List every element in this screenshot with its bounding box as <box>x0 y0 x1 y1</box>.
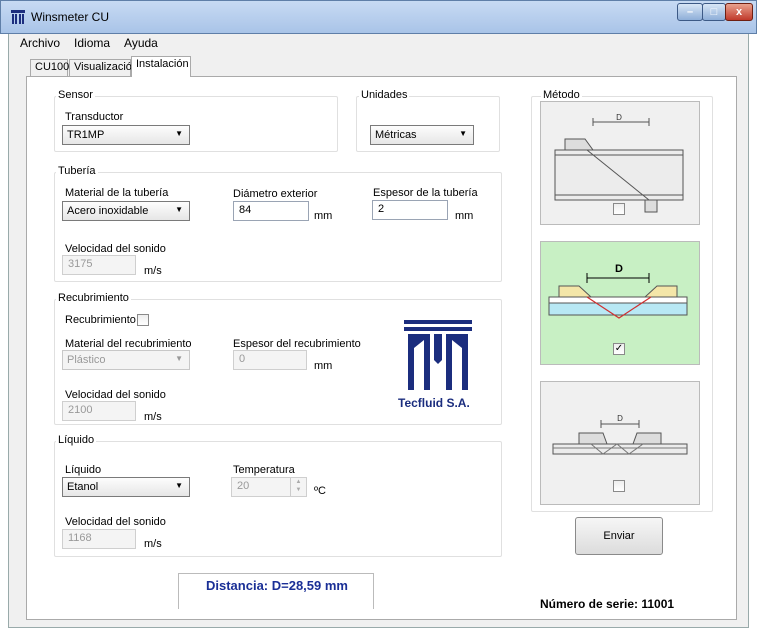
tecfluid-logo <box>404 320 472 390</box>
send-button[interactable]: Enviar <box>575 517 663 555</box>
metodo-z-d-label: D <box>616 113 622 122</box>
metodo-v-d-label: D <box>615 263 623 275</box>
velocidad-tuberia-input: 3175 <box>62 255 136 275</box>
espesor-recubrimiento-input: 0 <box>233 350 307 370</box>
company-name: Tecfluid S.A. <box>398 396 470 410</box>
metodo-v-checkbox[interactable]: ✓ <box>613 343 625 355</box>
espesor-tuberia-input[interactable]: 2 <box>372 200 448 220</box>
close-button[interactable]: x <box>725 3 753 21</box>
chevron-down-icon: ▼ <box>175 129 183 138</box>
material-recubrimiento-select: Plástico ▼ <box>62 350 190 370</box>
maximize-button[interactable]: □ <box>702 3 726 21</box>
window-title: Winsmeter CU <box>31 10 110 24</box>
material-recubrimiento-label: Material del recubrimiento <box>65 338 192 350</box>
menu-bar: Archivo Idioma Ayuda <box>20 36 158 54</box>
serial-number: Número de serie: 11001 <box>540 597 675 611</box>
material-tuberia-label: Material de la tubería <box>65 187 169 199</box>
transductor-select[interactable]: TR1MP ▼ <box>62 125 190 145</box>
metodo-w-d-label: D <box>617 414 623 423</box>
app-icon <box>11 10 25 24</box>
espesor-recubrimiento-unit: mm <box>314 360 333 372</box>
velocidad-tuberia-unit: m/s <box>144 265 162 277</box>
tab-visualizacion[interactable]: Visualización <box>69 59 138 76</box>
temperatura-label: Temperatura <box>233 464 295 476</box>
material-tuberia-select[interactable]: Acero inoxidable ▼ <box>62 201 190 221</box>
espesor-tuberia-label: Espesor de la tubería <box>373 187 478 199</box>
velocidad-liquido-label: Velocidad del sonido <box>65 516 166 528</box>
liquido-label: Líquido <box>65 464 102 476</box>
distance-readout: Distancia: D=28,59 mm <box>206 578 348 593</box>
menu-ayuda[interactable]: Ayuda <box>124 36 158 54</box>
temperatura-unit: ºC <box>314 485 326 497</box>
transductor-label: Transductor <box>65 111 124 123</box>
diametro-label: Diámetro exterior <box>233 188 318 200</box>
velocidad-liquido-input: 1168 <box>62 529 136 549</box>
espesor-tuberia-unit: mm <box>455 210 474 222</box>
recubrimiento-checkbox[interactable] <box>137 314 149 326</box>
liquido-group-title: Líquido <box>56 434 97 446</box>
liquido-select[interactable]: Etanol ▼ <box>62 477 190 497</box>
chevron-down-icon: ▼ <box>175 481 183 490</box>
velocidad-recubrimiento-label: Velocidad del sonido <box>65 389 166 401</box>
menu-archivo[interactable]: Archivo <box>20 36 60 54</box>
transductor-value: TR1MP <box>67 129 105 141</box>
sensor-group-title: Sensor <box>56 89 95 101</box>
material-tuberia-value: Acero inoxidable <box>67 205 149 217</box>
tab-instalacion[interactable]: Instalación <box>131 56 191 77</box>
recubrimiento-group-title: Recubrimiento <box>56 292 131 304</box>
velocidad-tuberia-label: Velocidad del sonido <box>65 243 166 255</box>
chevron-down-icon: ▼ <box>459 129 467 138</box>
unidades-value: Métricas <box>375 129 417 141</box>
minimize-button[interactable]: – <box>677 3 703 21</box>
metodo-w-checkbox[interactable] <box>613 480 625 492</box>
tuberia-group-title: Tubería <box>56 165 98 177</box>
material-recubrimiento-value: Plástico <box>67 354 106 366</box>
spinner-arrows-icon: ▲ ▼ <box>290 478 306 496</box>
velocidad-liquido-unit: m/s <box>144 538 162 550</box>
check-icon: ✓ <box>614 343 624 354</box>
tab-cu100[interactable]: CU100 <box>30 59 69 76</box>
recubrimiento-check-label: Recubrimiento <box>65 314 136 326</box>
espesor-recubrimiento-label: Espesor del recubrimiento <box>233 338 361 350</box>
diametro-input[interactable]: 84 <box>233 201 309 221</box>
title-bar[interactable] <box>0 0 757 34</box>
velocidad-recubrimiento-unit: m/s <box>144 411 162 423</box>
unidades-group-title: Unidades <box>359 89 410 101</box>
liquido-value: Etanol <box>67 481 99 493</box>
chevron-down-icon: ▼ <box>175 205 183 214</box>
diametro-unit: mm <box>314 210 333 222</box>
metodo-z-checkbox[interactable] <box>613 203 625 215</box>
unidades-select[interactable]: Métricas ▼ <box>370 125 474 145</box>
velocidad-recubrimiento-input: 2100 <box>62 401 136 421</box>
chevron-down-icon: ▼ <box>175 354 183 363</box>
menu-idioma[interactable]: Idioma <box>74 36 110 54</box>
metodo-group-title: Método <box>541 89 582 101</box>
